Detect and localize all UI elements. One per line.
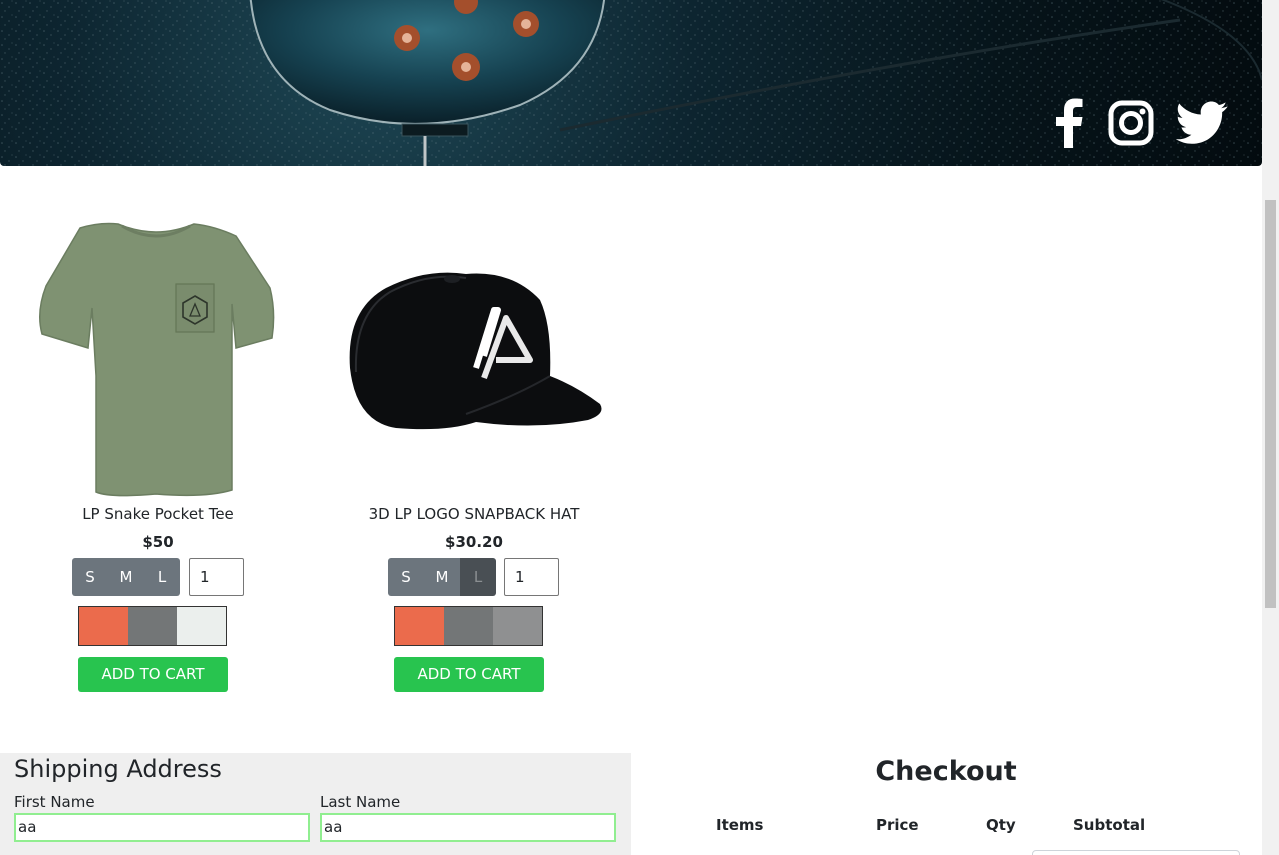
size-s-button[interactable]: S: [388, 558, 424, 596]
page-scrollbar[interactable]: [1262, 0, 1279, 855]
last-name-label: Last Name: [320, 793, 401, 811]
size-selector: S M L: [72, 558, 180, 596]
store-page: LP Snake Pocket Tee $50 S M L 1 ADD TO C…: [0, 0, 1279, 855]
twitter-icon: [1176, 101, 1228, 144]
facebook-icon: [1056, 98, 1083, 148]
color-swatch-gray[interactable]: [128, 607, 177, 645]
last-name-input[interactable]: aa: [320, 813, 616, 842]
shipping-address-section: Shipping Address First Name Last Name aa…: [0, 753, 631, 855]
product-name: 3D LP LOGO SNAPBACK HAT: [368, 505, 580, 523]
color-swatch-orange[interactable]: [79, 607, 128, 645]
instagram-icon: [1108, 100, 1154, 146]
size-l-button[interactable]: L: [460, 558, 496, 596]
color-swatch-white[interactable]: [177, 607, 226, 645]
add-to-cart-button[interactable]: ADD TO CART: [78, 657, 228, 692]
add-to-cart-button[interactable]: ADD TO CART: [394, 657, 544, 692]
size-m-button[interactable]: M: [424, 558, 460, 596]
product-price: $50: [142, 533, 174, 551]
column-price: Price: [876, 816, 919, 834]
product-image-tee: [39, 222, 275, 497]
size-l-button[interactable]: L: [144, 558, 180, 596]
color-selector: [78, 606, 227, 646]
instagram-link[interactable]: [1108, 98, 1154, 148]
color-swatch-orange[interactable]: [395, 607, 444, 645]
first-name-input[interactable]: aa: [14, 813, 310, 842]
checkout-input[interactable]: [1032, 850, 1240, 855]
quantity-input[interactable]: 1: [189, 558, 244, 596]
shipping-title: Shipping Address: [14, 755, 222, 783]
color-swatch-gray[interactable]: [444, 607, 493, 645]
color-swatch-light-gray[interactable]: [493, 607, 542, 645]
checkout-title: Checkout: [875, 756, 1017, 787]
quantity-input[interactable]: 1: [504, 558, 559, 596]
product-image-hat: [349, 272, 602, 430]
column-subtotal: Subtotal: [1073, 816, 1146, 834]
facebook-link[interactable]: [1052, 98, 1086, 148]
hero-banner: [0, 0, 1262, 166]
size-m-button[interactable]: M: [108, 558, 144, 596]
color-selector: [394, 606, 543, 646]
column-items: Items: [716, 816, 764, 834]
scrollbar-thumb[interactable]: [1265, 200, 1276, 608]
first-name-label: First Name: [14, 793, 95, 811]
product-price: $30.20: [445, 533, 503, 551]
size-s-button[interactable]: S: [72, 558, 108, 596]
twitter-link[interactable]: [1176, 98, 1228, 148]
size-selector: S M L: [388, 558, 496, 596]
column-qty: Qty: [986, 816, 1016, 834]
product-name: LP Snake Pocket Tee: [82, 505, 234, 523]
